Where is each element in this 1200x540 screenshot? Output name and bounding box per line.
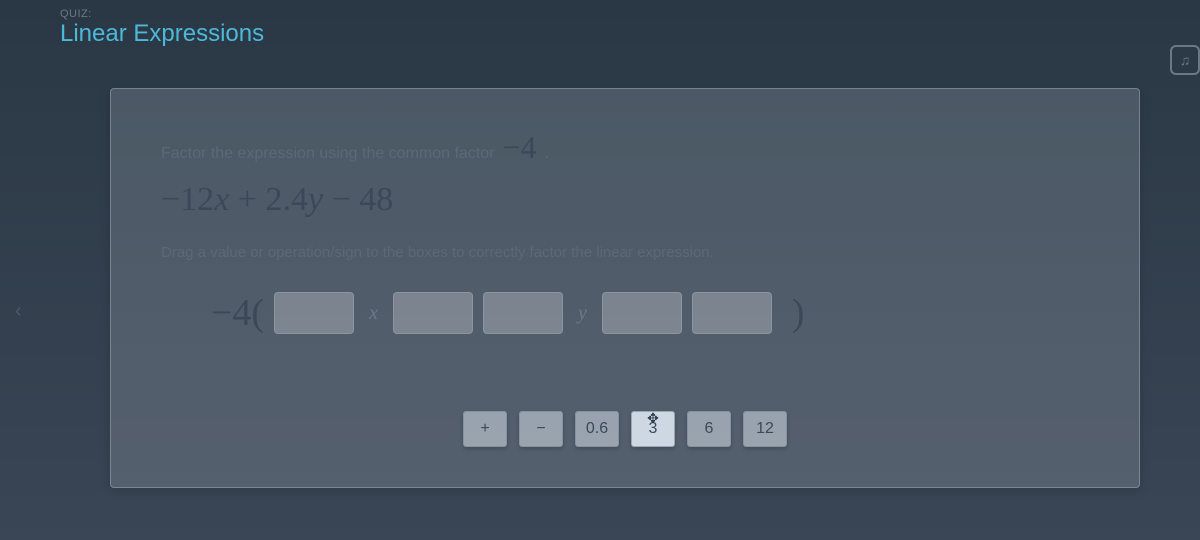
tile-3[interactable]: ✥ 3 [631,411,675,447]
drop-box-3[interactable] [483,292,563,334]
prompt-line: Factor the expression using the common f… [161,129,1089,166]
question-panel: Factor the expression using the common f… [110,88,1140,488]
prev-arrow-button[interactable]: ‹ [15,300,22,323]
factor-value: −4 [503,129,537,166]
term1-coef: −12 [161,181,214,218]
draggable-tiles-row: + − 0.6 ✥ 3 6 12 [463,411,787,447]
drop-box-4[interactable] [602,292,682,334]
chevron-left-icon: ‹ [15,300,22,322]
close-paren: ) [792,291,805,335]
op1: + [229,181,265,218]
prompt-text: Factor the expression using the common f… [161,145,495,163]
answer-row: −4( x y ) [211,291,1089,335]
prompt-period: . [545,145,549,163]
tile-0-6[interactable]: 0.6 [575,411,619,447]
answer-prefix: −4( [211,291,264,335]
headphones-icon: ♫ [1180,52,1191,68]
term1-var: x [214,181,229,218]
page-header: QUIZ: Linear Expressions [0,0,1200,68]
audio-badge-icon[interactable]: ♫ [1170,45,1200,75]
tile-12[interactable]: 12 [743,411,787,447]
tile-6[interactable]: 6 [687,411,731,447]
op2: − [323,181,359,218]
drop-box-5[interactable] [692,292,772,334]
instruction-text: Drag a value or operation/sign to the bo… [161,244,1089,261]
term3: 48 [359,181,393,218]
move-cursor-icon: ✥ [647,410,659,427]
term2-var: y [308,181,323,218]
expression: −12x + 2.4y − 48 [161,181,1089,219]
tile-minus[interactable]: − [519,411,563,447]
drop-box-1[interactable] [274,292,354,334]
var-x-label: x [369,302,378,325]
quiz-label: QUIZ: [60,8,1140,20]
topic-title: Linear Expressions [60,20,1140,48]
term2-coef: 2.4 [265,181,308,218]
drop-box-2[interactable] [393,292,473,334]
tile-plus[interactable]: + [463,411,507,447]
var-y-label: y [578,302,587,325]
